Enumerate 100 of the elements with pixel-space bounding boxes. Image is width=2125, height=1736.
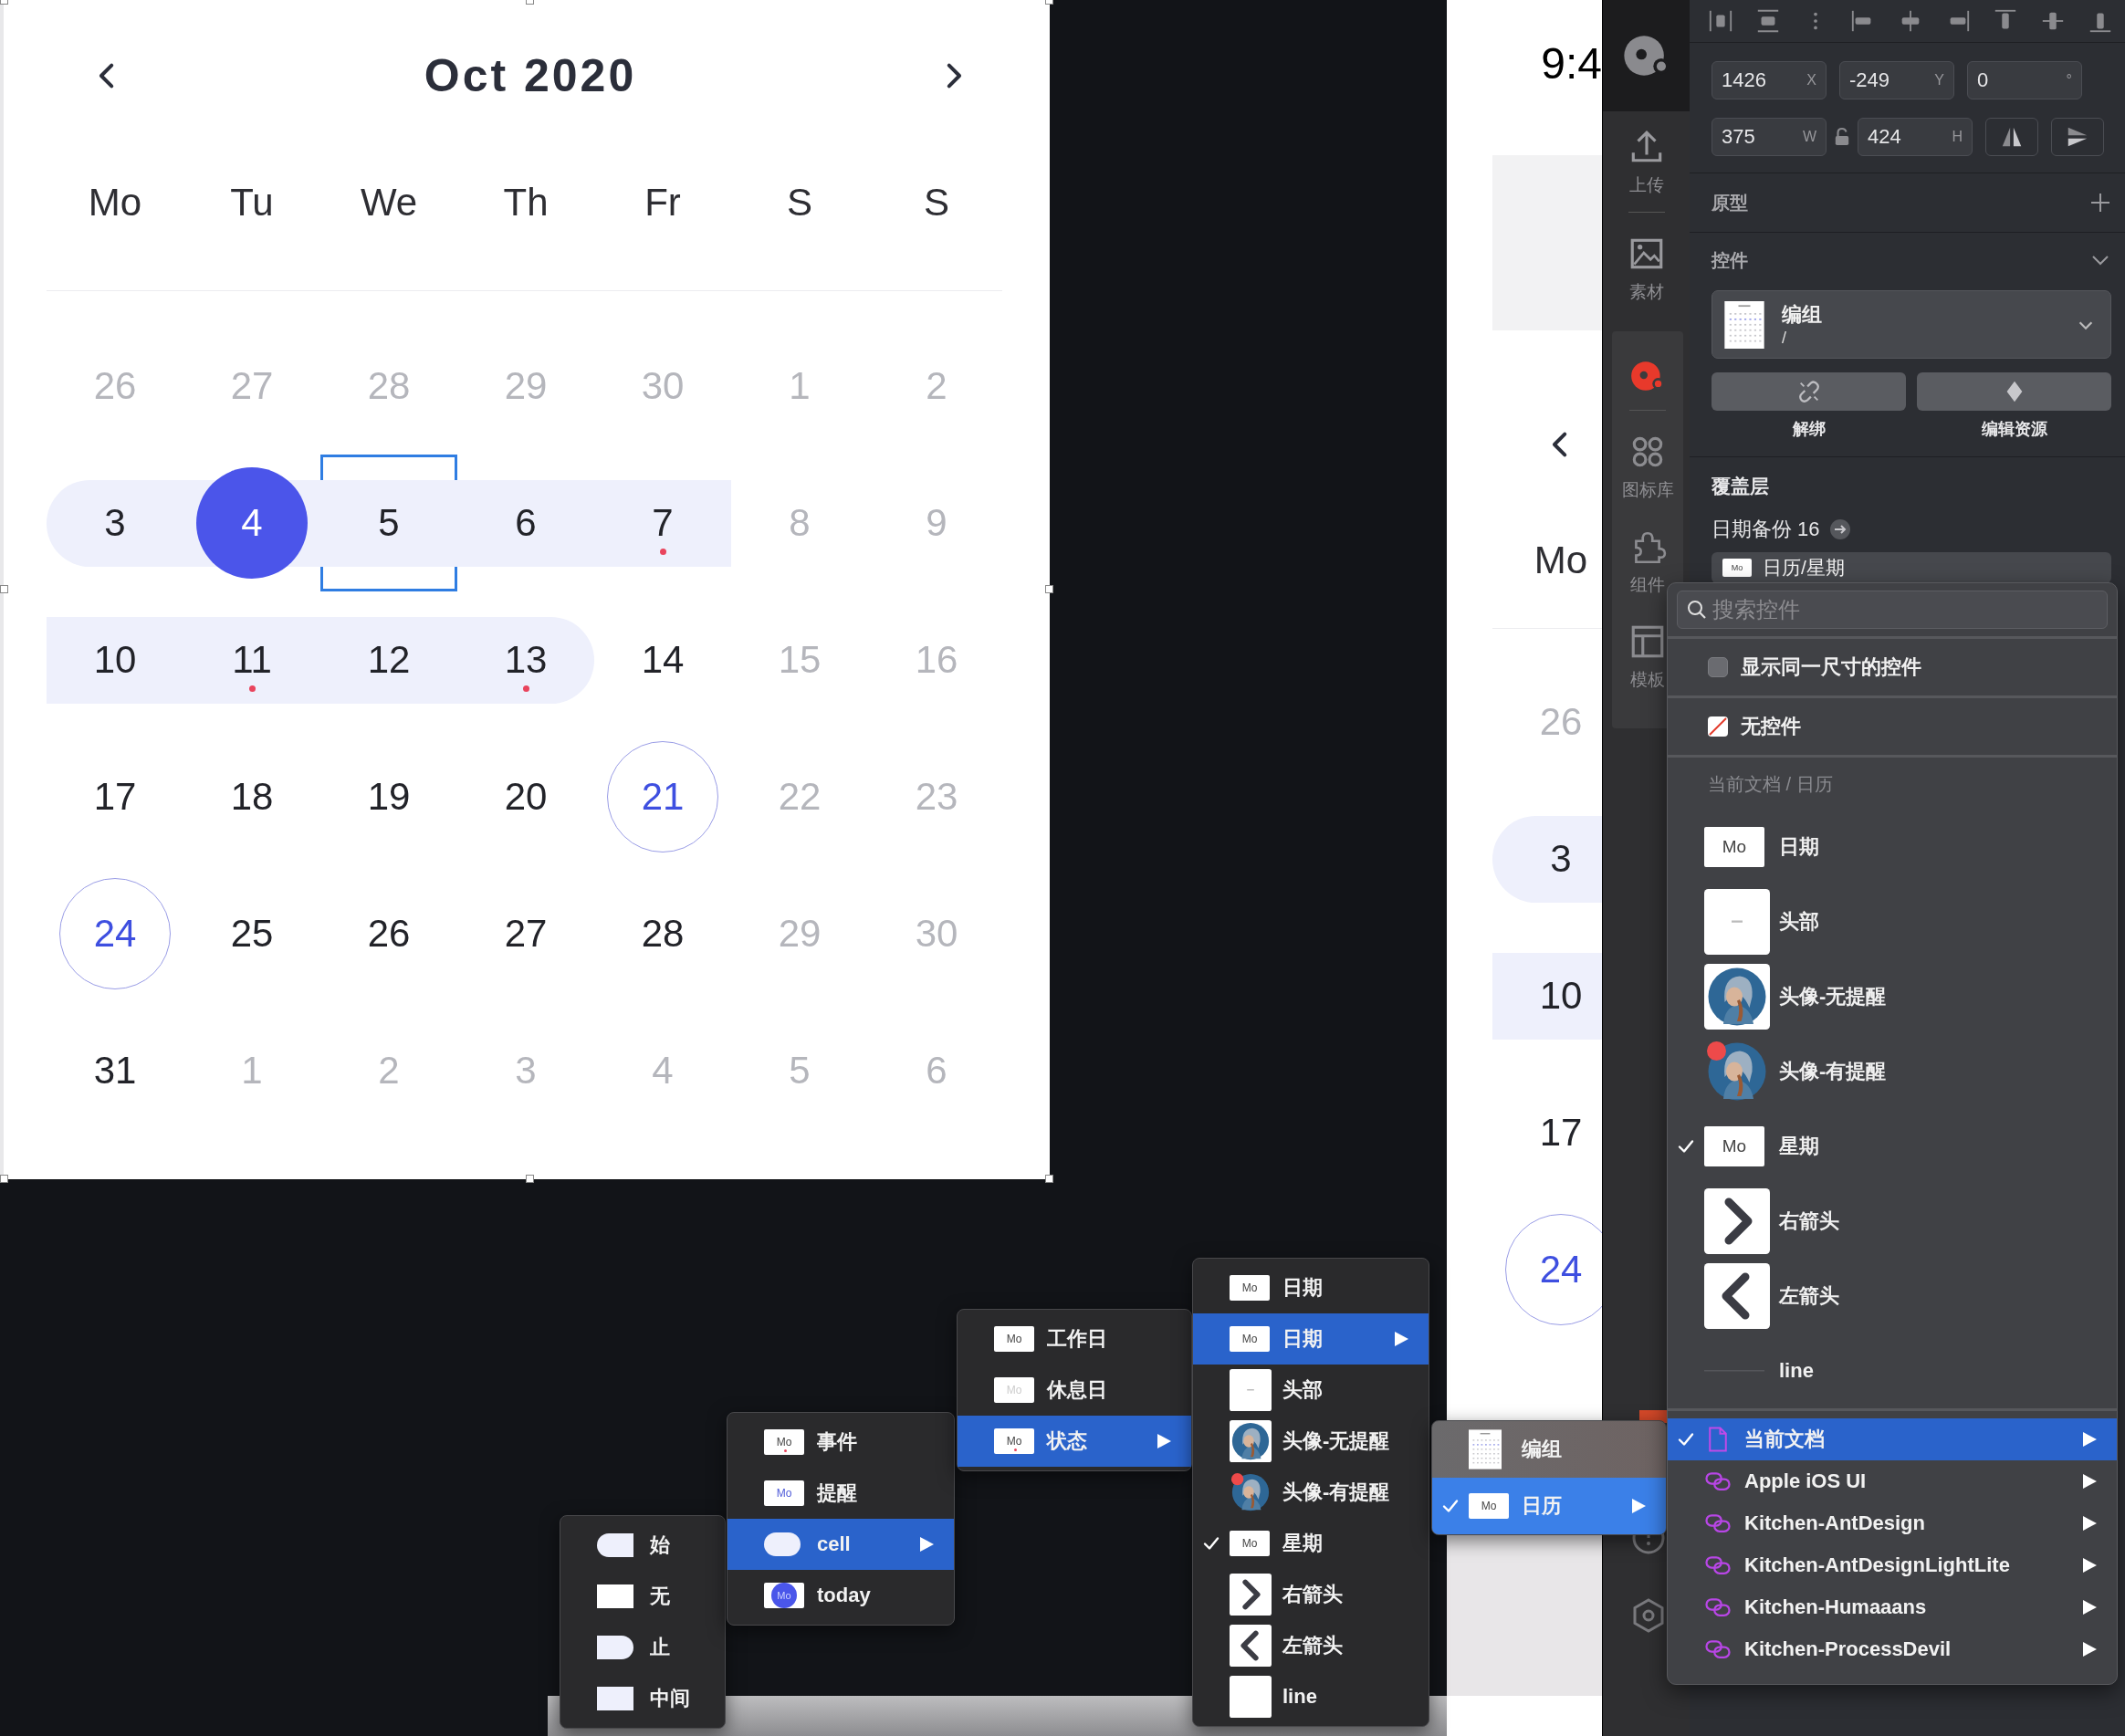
date-cell[interactable]: 25 — [183, 865, 320, 1002]
submenu-arrow-icon — [2080, 1430, 2099, 1448]
control-item[interactable]: 头像-无提醒 — [1668, 959, 2117, 1034]
menu-item[interactable]: 左箭头 — [1193, 1620, 1429, 1671]
thumbnail: Mo — [1230, 1531, 1270, 1556]
thumbnail — [1230, 1369, 1272, 1411]
date-cell[interactable]: 20 — [457, 728, 594, 865]
chevron-left-icon — [1704, 1263, 1770, 1329]
number-field[interactable]: 0 ° — [1967, 61, 2082, 99]
style-swatch — [597, 1533, 633, 1557]
control-item[interactable]: Mo 星期 — [1668, 1109, 2117, 1184]
number-field[interactable]: 424 H — [1858, 118, 1973, 156]
menu-item[interactable]: 中间 — [560, 1673, 725, 1724]
weekday-label: Fr — [644, 181, 682, 225]
menu-item[interactable]: Mo 日期 — [1193, 1313, 1429, 1365]
menu-item[interactable]: Mo 日期 — [1193, 1262, 1429, 1313]
lock-icon[interactable] — [1834, 127, 1850, 147]
calendar-thumbnail — [1469, 1429, 1502, 1469]
arrow-right-icon[interactable] — [1828, 518, 1851, 540]
resize-handle[interactable] — [1045, 1175, 1053, 1183]
control-select[interactable]: 编组 / — [1712, 290, 2111, 359]
menu-item[interactable]: 头部 — [1193, 1365, 1429, 1416]
menu-item[interactable]: 头像-有提醒 — [1193, 1467, 1429, 1518]
date-cell[interactable]: 14 — [594, 591, 731, 728]
library-item[interactable]: Kitchen-ProcessDevil — [1668, 1628, 2117, 1670]
control-item[interactable]: Mo 日期 — [1668, 810, 2117, 884]
menu-item[interactable]: cell — [728, 1519, 954, 1570]
thumbnail: Mo — [764, 1583, 804, 1608]
status-time: 9:4 — [1541, 38, 1602, 89]
thumbnail: Mo — [1230, 1275, 1270, 1301]
chevron-left-icon — [1230, 1625, 1272, 1667]
calendar-thumbnail — [1723, 300, 1765, 349]
overlay-select[interactable]: Mo 日历/星期 — [1712, 552, 2111, 583]
menu-item[interactable]: 始 — [560, 1520, 725, 1571]
number-field[interactable]: 1426 X — [1712, 61, 1827, 99]
number-field[interactable]: 375 W — [1712, 118, 1827, 156]
thumbnail: Mo — [764, 1480, 804, 1506]
control-item[interactable]: 右箭头 — [1668, 1184, 2117, 1259]
resize-handle[interactable] — [0, 585, 8, 593]
date-cell[interactable]: 31 — [47, 1002, 183, 1139]
menu-item[interactable]: 右箭头 — [1193, 1569, 1429, 1620]
submenu-arrow-icon — [2080, 1472, 2099, 1490]
section-header: 当前文档 / 日历 — [1707, 773, 1834, 796]
chevron-right-icon — [1704, 1188, 1770, 1254]
library-item[interactable]: Kitchen-AntDesign — [1668, 1502, 2117, 1544]
menu-item[interactable]: 编组 — [1432, 1421, 1666, 1478]
date-cell[interactable]: 18 — [183, 728, 320, 865]
library-item[interactable]: Kitchen-AntDesignLightLite — [1668, 1544, 2117, 1586]
sidebar-label[interactable]: 素材 — [1628, 280, 1664, 304]
menu-item[interactable]: 止 — [560, 1622, 725, 1673]
menu-item[interactable]: Mo 事件 — [728, 1417, 954, 1468]
distribute-horizontal-icon[interactable] — [1708, 8, 1733, 34]
resize-handle[interactable] — [0, 1175, 8, 1183]
thumbnail: Mo — [994, 1326, 1034, 1352]
date-cell[interactable]: 17 — [47, 728, 183, 865]
control-item[interactable]: 左箭头 — [1668, 1259, 2117, 1333]
control-item[interactable]: 头部 — [1668, 884, 2117, 959]
thumbnail: Mo — [994, 1428, 1034, 1454]
checkbox[interactable] — [1708, 657, 1728, 677]
menu-item[interactable]: Mo 星期 — [1193, 1518, 1429, 1569]
menu-item[interactable]: 无 — [560, 1571, 725, 1622]
edit-button[interactable] — [1917, 372, 2111, 411]
thumbnail: Mo — [1469, 1493, 1509, 1519]
menu-item[interactable]: line — [1193, 1671, 1429, 1722]
add-icon[interactable] — [2089, 192, 2111, 214]
library-item[interactable]: Apple iOS UI — [1668, 1460, 2117, 1502]
style-swatch — [597, 1636, 633, 1659]
distribute-vertical-icon[interactable] — [1755, 8, 1781, 34]
control-item[interactable]: line — [1668, 1333, 2117, 1408]
menu-item[interactable]: Mo 日历 — [1432, 1478, 1666, 1534]
flip-vertical-button[interactable] — [2051, 118, 2104, 156]
control-item[interactable]: 头像-有提醒 — [1668, 1034, 2117, 1109]
menu-item[interactable]: Mo 工作日 — [958, 1313, 1191, 1365]
chevron-right-icon — [1230, 1574, 1272, 1616]
search-field[interactable]: 搜索控件 — [1677, 591, 2108, 629]
resize-handle[interactable] — [526, 1175, 534, 1183]
weekday-label: Mo — [87, 181, 143, 225]
menu-item[interactable]: 无控件 — [1741, 713, 1801, 740]
date-cell[interactable]: 17 — [1492, 1064, 1602, 1201]
menu-item[interactable]: Mo 提醒 — [728, 1468, 954, 1519]
date-cell[interactable]: 28 — [594, 865, 731, 1002]
month-title: Oct 2020 — [424, 49, 637, 102]
date-cell[interactable]: 27 — [457, 865, 594, 1002]
overlay-name: 日期备份 16 — [1712, 517, 1820, 542]
library-item[interactable]: Kitchen-Humaaans — [1668, 1586, 2117, 1628]
submenu-arrow-icon — [2080, 1640, 2099, 1658]
sidebar-label[interactable]: 上传 — [1628, 173, 1664, 197]
menu-item[interactable]: Mo today — [728, 1570, 954, 1621]
menu-item[interactable]: Mo 状态 — [958, 1416, 1191, 1467]
date-cell[interactable]: 19 — [320, 728, 457, 865]
thumbnail — [1230, 1676, 1272, 1718]
library-item[interactable]: 当前文档 — [1668, 1418, 2117, 1460]
resize-handle[interactable] — [1045, 585, 1053, 593]
date-cell[interactable]: 26 — [320, 865, 457, 1002]
number-field[interactable]: -249 Y — [1839, 61, 1954, 99]
checkbox-label: 显示同一尺寸的控件 — [1741, 654, 1921, 680]
flip-horizontal-button[interactable] — [1985, 118, 2038, 156]
thumbnail: Mo — [764, 1429, 804, 1455]
weekday-label: We — [359, 181, 419, 225]
menu-item[interactable]: 头像-无提醒 — [1193, 1416, 1429, 1467]
